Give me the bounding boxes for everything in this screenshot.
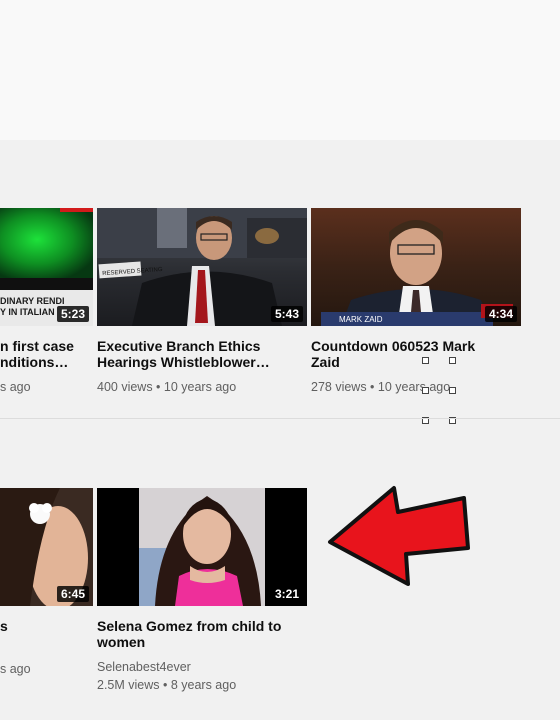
selection-handle[interactable] [449,357,456,364]
video-thumbnail[interactable]: DINARY RENDI Y IN ITALIAN 5:23 [0,208,93,326]
channel-name[interactable]: Selenabest4ever [97,659,191,675]
video-meta: 278 views • 10 years ago [311,380,451,394]
video-duration: 4:34 [484,306,517,322]
red-arrow-annotation [328,486,470,586]
video-meta: 2.5M views • 8 years ago [97,678,237,692]
green-screen-graphic [0,208,93,278]
header-area [0,0,560,140]
video-duration: 6:45 [56,586,89,602]
selection-handle[interactable] [422,387,429,394]
video-duration: 5:23 [56,306,89,322]
svg-text:MARK ZAID: MARK ZAID [339,315,383,324]
video-thumbnail[interactable]: 6:45 [0,488,93,606]
video-duration: 5:43 [270,306,303,322]
selection-handle[interactable] [449,387,456,394]
video-title[interactable]: Countdown 060523 Mark Zaid [311,338,516,370]
selection-handle[interactable] [422,357,429,364]
video-thumbnail[interactable]: 3:21 [97,488,307,606]
video-title[interactable]: Selena Gomez from child to women [97,618,302,650]
video-title[interactable]: s [0,618,90,634]
video-meta: s ago [0,380,31,394]
video-thumbnail[interactable]: MARK ZAID 4:34 [311,208,521,326]
video-thumbnail[interactable]: RESERVED SEATING 5:43 [97,208,307,326]
section-divider [0,418,560,419]
red-stripe [60,208,93,212]
video-title[interactable]: Executive Branch Ethics Hearings Whistle… [97,338,302,370]
video-meta: s ago [0,662,31,676]
video-title[interactable]: n first case nditions… [0,338,90,370]
video-meta: 400 views • 10 years ago [97,380,237,394]
video-duration: 3:21 [270,586,303,602]
